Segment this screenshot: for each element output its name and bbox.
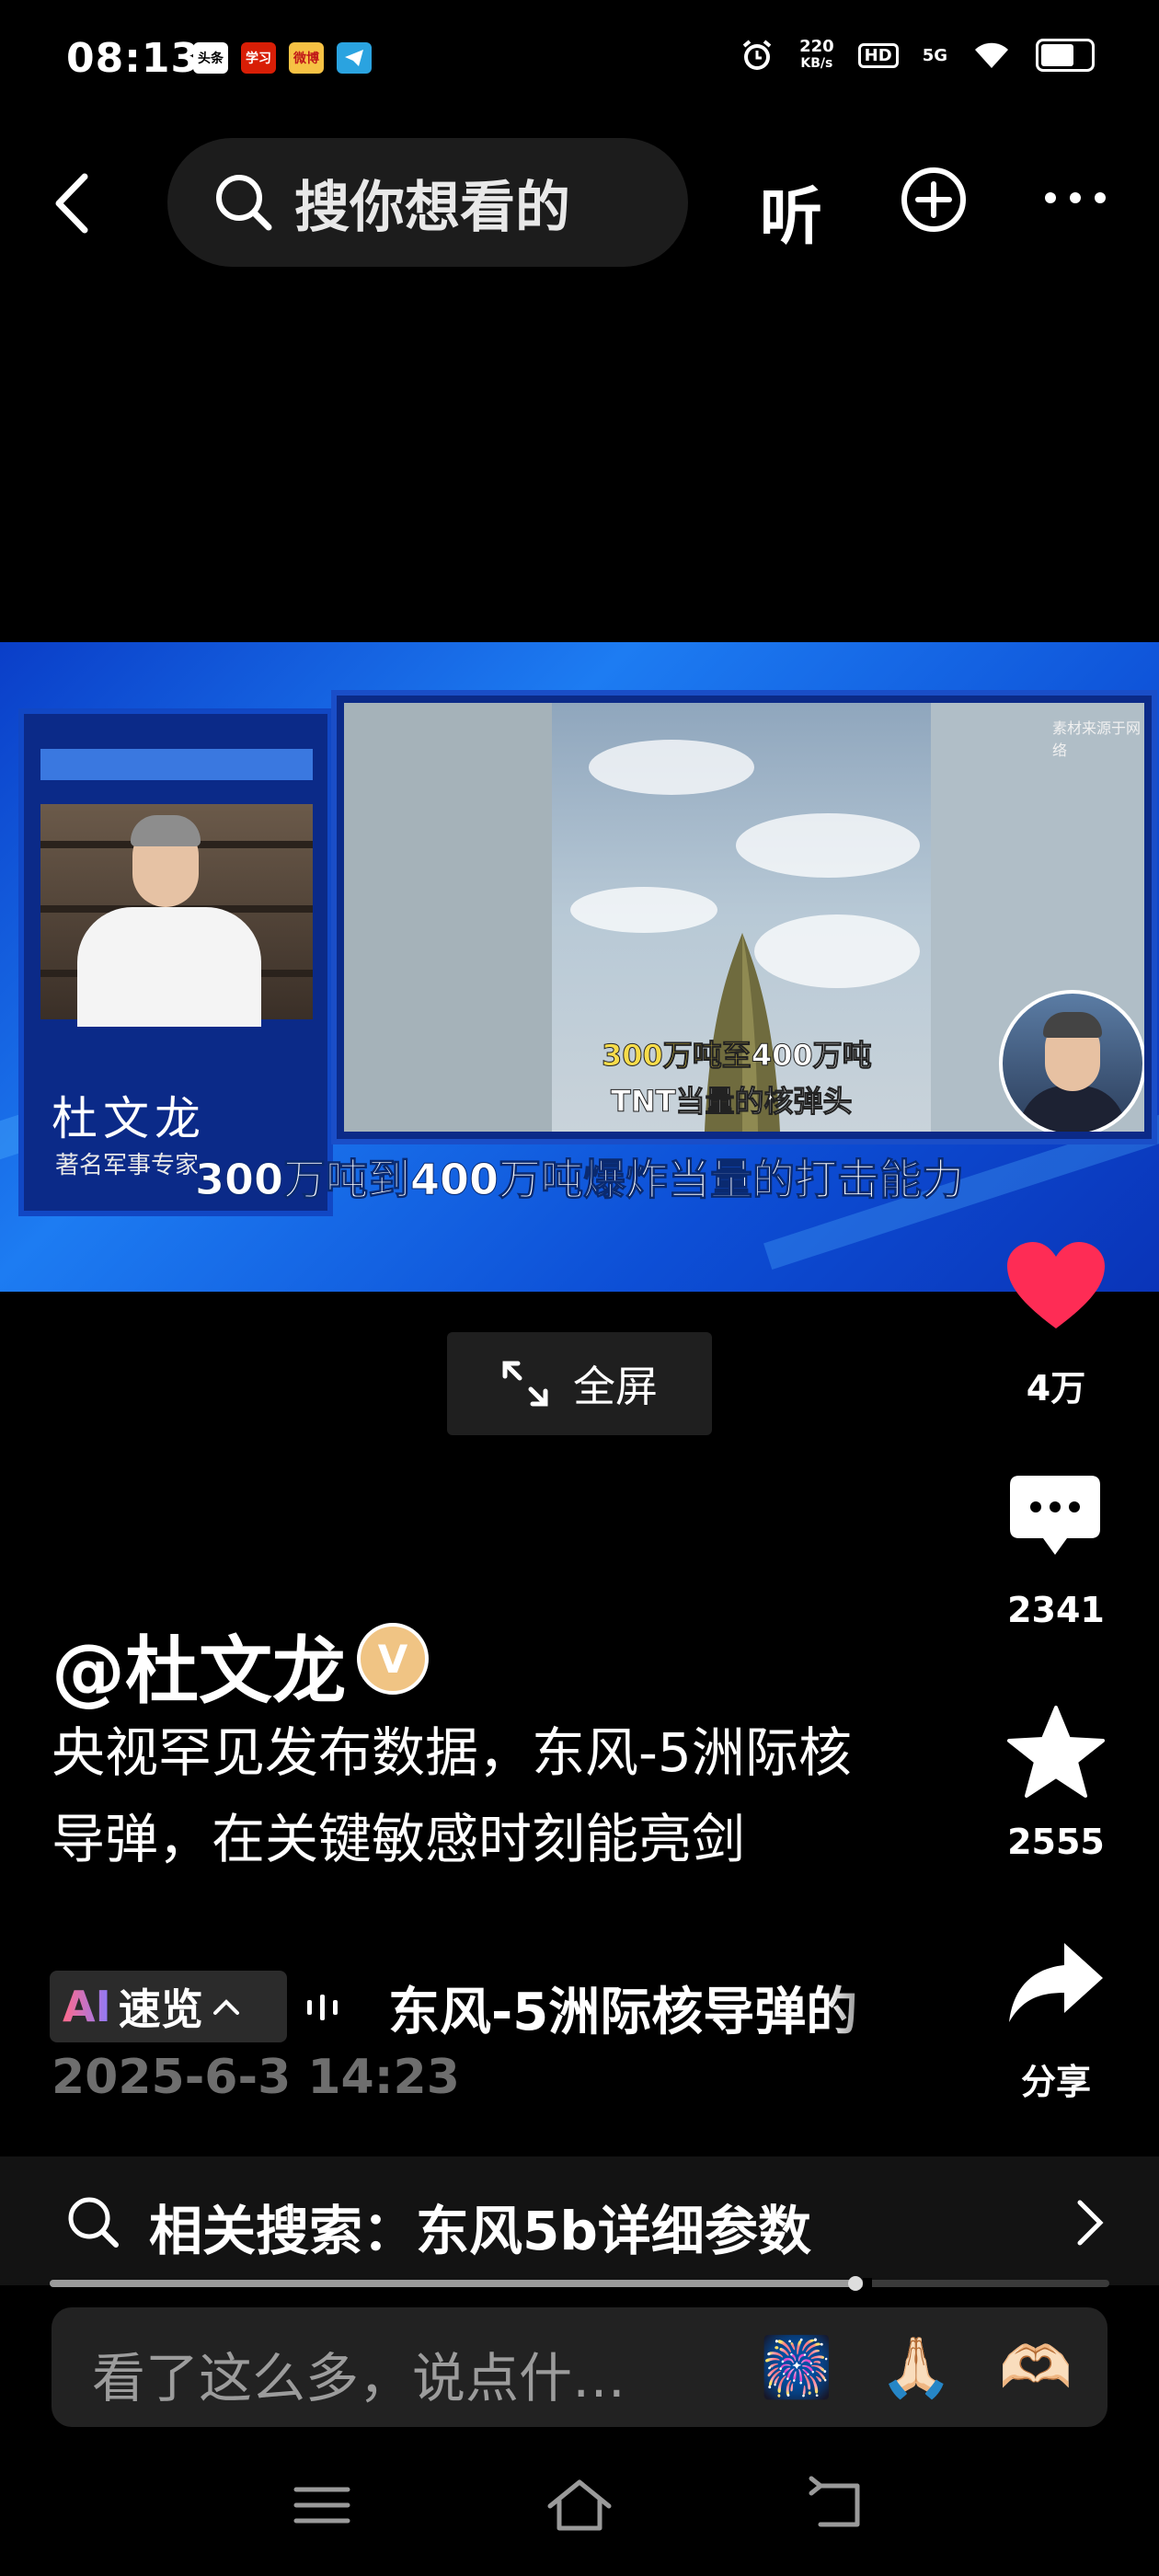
video-progress-bar[interactable] [50,2276,1109,2291]
more-options-icon[interactable] [1043,184,1107,212]
search-placeholder: 搜你想看的 [294,175,570,240]
progress-fill [50,2280,855,2287]
back-arrow-icon[interactable] [48,171,103,236]
fullscreen-button[interactable]: 全屏 [447,1332,712,1435]
comment-input[interactable]: 看了这么多，说点什… 🎆 🙏🏻 🫶🏻 [52,2307,1107,2427]
favorite-star-icon[interactable] [1005,1704,1107,1800]
wifi-icon [975,42,1008,68]
back-nav-icon[interactable] [800,2473,874,2537]
heart-hands-emoji-icon[interactable]: 🫶🏻 [999,2333,1073,2402]
search-icon [68,2197,119,2248]
progress-knob[interactable] [847,2276,863,2291]
footage-credit: 素材来源于网络 [1052,719,1142,759]
expert-panel: 杜文龙 著名军事专家 [18,708,333,1216]
ai-summary-label: 速览 [118,1984,203,2034]
fullscreen-label: 全屏 [573,1362,658,1411]
alarm-icon [742,40,772,70]
toutiao-app-icon: 头条 [193,42,228,74]
hd-indicator: HD [857,42,899,68]
pray-emoji-icon[interactable]: 🙏🏻 [879,2333,953,2402]
telegram-app-icon [337,42,372,74]
notification-app-icons: 头条 学习 微博 [193,42,372,74]
verified-badge-icon: V [357,1623,429,1695]
comment-placeholder: 看了这么多，说点什… [92,2347,626,2409]
related-search-label: 相关搜索：东风5b详细参数 [149,2200,811,2262]
chevron-up-icon [212,1999,239,2015]
home-nav-icon[interactable] [543,2473,616,2537]
post-date: 2025-6-3 14:23 [52,2050,460,2105]
like-heart-icon[interactable] [1005,1240,1107,1332]
search-bar[interactable]: 搜你想看的 [167,138,688,267]
video-screen: 素材来源于网络 300万吨至400万吨 TNT当量的核弹头 [331,690,1157,1144]
favorite-count: 2555 [1007,1822,1105,1862]
video-player[interactable]: 杜文龙 著名军事专家 素材来源于网络 300万吨至400万吨 TNT当量的核弹头 [0,642,1159,1292]
expand-icon [502,1361,548,1407]
expert-name: 杜文龙 [52,1092,206,1145]
post-description: 央视罕见发布数据，东风-5洲际核导弹，在关键敏感时刻能亮剑 [52,1721,852,1870]
video-caption-line1: 300万吨至400万吨 [602,1038,873,1074]
share-label: 分享 [1020,2062,1091,2102]
ai-summary-button[interactable]: AI 速览 [50,1971,287,2042]
status-time: 08:13 [66,35,201,82]
author-name[interactable]: @杜文龙 [52,1612,346,1719]
xuexi-app-icon: 学习 [241,42,276,74]
listen-button[interactable]: 听 [760,166,822,257]
menu-nav-icon[interactable] [285,2473,359,2537]
video-caption-line2: TNT当量的核弹头 [610,1084,853,1120]
share-arrow-icon[interactable] [1005,1939,1107,2028]
expert-photo [40,804,313,1027]
signal-indicator: 5G [922,45,947,65]
network-speed: 220 KB/s [799,37,834,72]
like-count: 4万 [1026,1368,1086,1409]
fireworks-emoji-icon[interactable]: 🎆 [760,2333,833,2402]
ai-summary-text: 东风-5洲际核导弹的 [388,1983,858,2042]
comment-bubble-icon[interactable] [1006,1472,1104,1560]
comment-count: 2341 [1007,1590,1105,1630]
search-icon [216,175,272,231]
audio-wave-icon[interactable] [304,1991,346,2024]
add-circle-icon[interactable] [900,166,968,234]
battery-icon [1036,39,1095,72]
chevron-right-icon[interactable] [1074,2199,1106,2247]
missile-footage: 素材来源于网络 300万吨至400万吨 TNT当量的核弹头 [344,703,1144,1132]
weibo-app-icon: 微博 [289,42,324,74]
video-subtitle: 300万吨到400万吨爆炸当量的打击能力 [194,1155,965,1205]
expert-avatar [999,990,1144,1132]
status-indicators: 220 KB/s HD 5G [739,37,1095,74]
panel-bar [40,749,313,780]
ai-label: AI [63,1982,111,2031]
